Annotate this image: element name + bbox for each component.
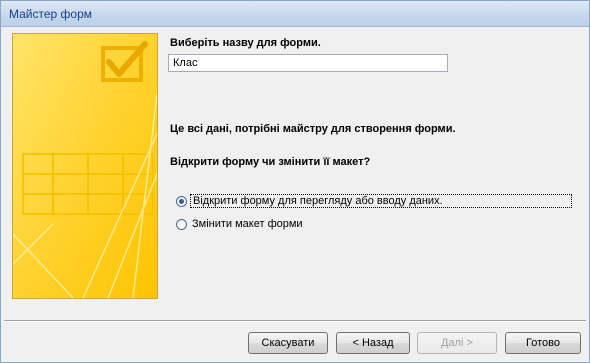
info-text: Це всі дані, потрібні майстру для створе… [170,123,456,135]
option-modify-layout-label[interactable]: Змінити макет форми [190,218,305,230]
button-separator [4,320,586,322]
title-bar[interactable]: Майстер форм [1,1,589,27]
radio-modify-layout[interactable] [176,218,187,230]
back-button[interactable]: < Назад [336,332,410,354]
cancel-button[interactable]: Скасувати [248,332,328,354]
next-button[interactable]: Далі > [417,332,497,354]
option-open-form[interactable]: Відкрити форму для перегляду або вводу д… [176,194,572,208]
radio-open-form[interactable] [176,195,187,207]
option-modify-layout[interactable]: Змінити макет форми [176,218,305,230]
window-title: Майстер форм [9,7,93,21]
finish-button[interactable]: Готово [505,332,581,354]
form-name-input[interactable]: Клас [168,54,448,72]
option-open-form-label[interactable]: Відкрити форму для перегляду або вводу д… [190,194,572,208]
form-name-prompt: Виберіть назву для форми. [170,37,321,49]
question-text: Відкрити форму чи змінити її макет? [170,156,371,168]
wizard-illustration [12,33,158,299]
